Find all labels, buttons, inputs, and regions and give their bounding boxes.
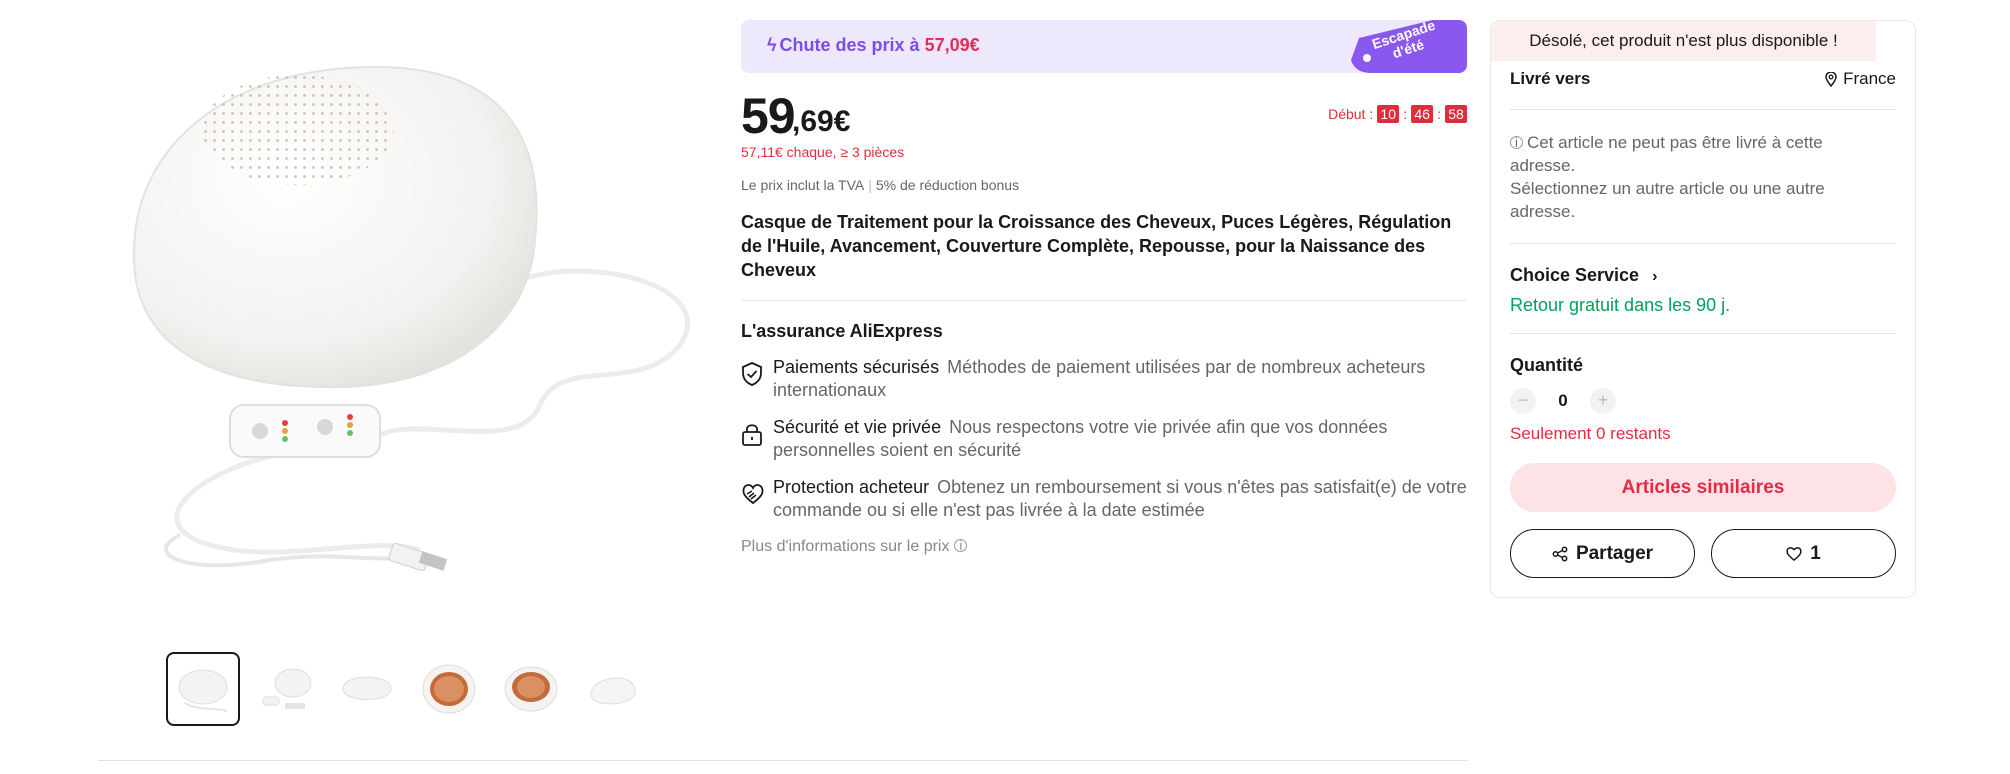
price-drop-banner: ϟ Chute des prix à 57,09€ Escapade d'été bbox=[741, 20, 1467, 73]
assurance-title: L'assurance AliExpress bbox=[741, 321, 943, 341]
decrement-button[interactable]: − bbox=[1510, 388, 1536, 414]
countdown-separator: : bbox=[1403, 106, 1408, 122]
countdown-separator: : bbox=[1437, 106, 1441, 122]
share-button[interactable]: Partager bbox=[1510, 529, 1695, 578]
countdown-timer: Début : 10 : 46 : 58 bbox=[1328, 105, 1467, 123]
thumbnail[interactable] bbox=[576, 652, 650, 726]
divider bbox=[741, 300, 1467, 301]
product-title: Casque de Traitement pour la Croissance … bbox=[741, 212, 1452, 280]
handshake-heart-icon bbox=[741, 476, 773, 522]
similar-items-button[interactable]: Articles similaires bbox=[1510, 463, 1896, 512]
price-integer: 59 bbox=[741, 88, 796, 144]
main-product-image[interactable] bbox=[120, 55, 695, 595]
thumbnail[interactable] bbox=[166, 652, 240, 726]
assurance-item-privacy: Sécurité et vie privée Nous respectons vo… bbox=[741, 416, 1467, 462]
shipping-row: Livré vers France bbox=[1510, 69, 1896, 89]
assurance-item-payments: Paiements sécurisés Méthodes de paiement … bbox=[741, 356, 1467, 402]
section-divider bbox=[98, 760, 1468, 761]
product-info: ϟ Chute des prix à 57,09€ Escapade d'été … bbox=[741, 20, 1467, 556]
quantity-label: Quantité bbox=[1510, 355, 1584, 375]
choice-service-link[interactable]: Choice Service › bbox=[1510, 265, 1657, 286]
thumbnail[interactable] bbox=[248, 652, 322, 726]
thumbnail-strip bbox=[166, 652, 650, 726]
quantity-stepper: − 0 + bbox=[1510, 388, 1616, 414]
stock-remaining: Seulement 0 restants bbox=[1510, 424, 1671, 443]
location-pin-icon bbox=[1825, 71, 1837, 87]
info-icon: i bbox=[1510, 136, 1523, 149]
shield-check-icon bbox=[741, 356, 773, 402]
price-decimal: ,69€ bbox=[792, 105, 851, 138]
chevron-right-icon: › bbox=[1652, 268, 1658, 285]
wishlist-count: 1 bbox=[1810, 542, 1821, 564]
countdown-label: Début : bbox=[1328, 106, 1374, 122]
info-icon: i bbox=[954, 539, 968, 552]
thumbnail[interactable] bbox=[412, 652, 486, 726]
tax-note: Le prix inclut la TVA | 5% de réduction bo… bbox=[741, 177, 1020, 193]
promo-label: Chute des prix à bbox=[779, 35, 925, 55]
thumbnail[interactable] bbox=[330, 652, 404, 726]
increment-button[interactable]: + bbox=[1590, 388, 1616, 414]
thumbnail[interactable] bbox=[494, 652, 568, 726]
ship-to-label: Livré vers bbox=[1510, 69, 1591, 88]
heart-icon bbox=[1786, 547, 1802, 561]
price-row: 59 ,69€ Début : 10 : 46 : 58 bbox=[741, 87, 1467, 144]
countdown-minutes: 46 bbox=[1411, 105, 1434, 123]
divider bbox=[1510, 109, 1896, 110]
countdown-seconds: 58 bbox=[1445, 105, 1467, 123]
share-icon bbox=[1552, 546, 1568, 561]
quantity-value[interactable]: 0 bbox=[1554, 391, 1572, 411]
lock-icon bbox=[741, 416, 773, 462]
lightning-icon: ϟ bbox=[767, 35, 777, 55]
purchase-panel: Désolé, cet produit n'est plus disponibl… bbox=[1490, 20, 1916, 598]
promo-price: 57,09€ bbox=[924, 35, 980, 55]
divider bbox=[1510, 243, 1896, 244]
bonus-discount: 5% de réduction bonus bbox=[875, 177, 1020, 193]
divider bbox=[1510, 333, 1896, 334]
free-return-note: Retour gratuit dans les 90 j. bbox=[1510, 295, 1731, 315]
unavailable-banner: Désolé, cet produit n'est plus disponibl… bbox=[1491, 21, 1876, 61]
more-price-info-link[interactable]: Plus d'informations sur le prix i bbox=[741, 538, 1467, 556]
countdown-hours: 10 bbox=[1377, 105, 1400, 123]
shipping-note: i Cet article ne peut pas être livré à ce… bbox=[1510, 133, 1825, 221]
bulk-price: 57,11€ chaque, ≥ 3 pièces bbox=[741, 144, 905, 160]
action-buttons: Partager 1 bbox=[1510, 529, 1896, 578]
ship-to-country[interactable]: France bbox=[1825, 69, 1896, 89]
wishlist-button[interactable]: 1 bbox=[1711, 529, 1896, 578]
assurance-item-buyer-protection: Protection acheteur Obtenez un remboursem… bbox=[741, 476, 1467, 522]
